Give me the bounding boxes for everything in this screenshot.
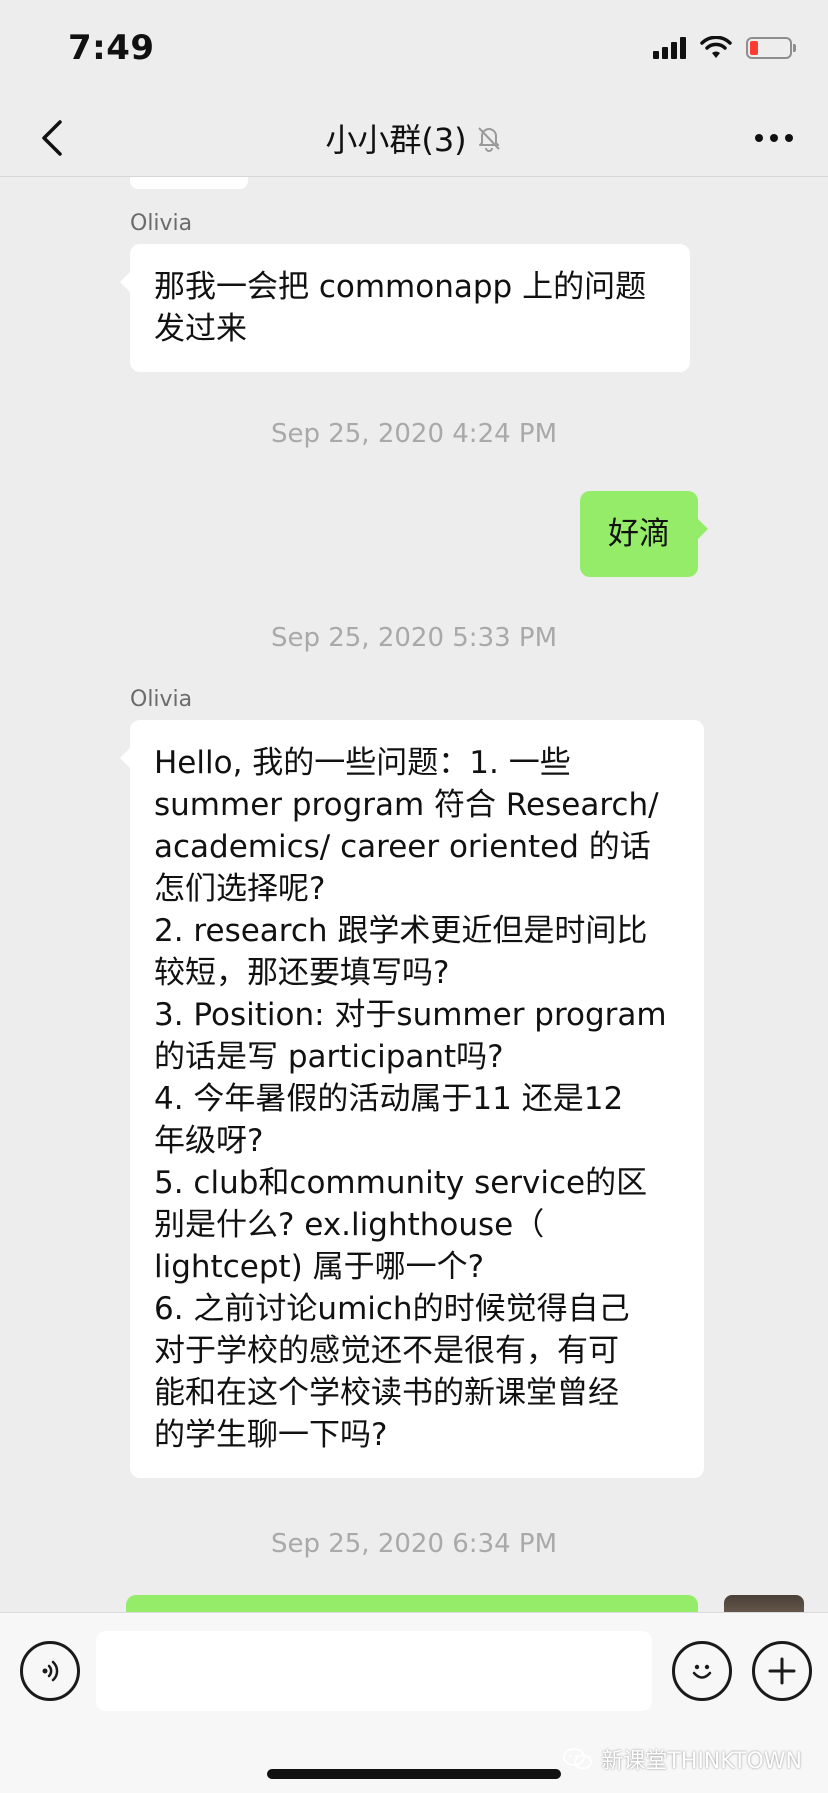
chat-title-area: 小小群(3) [0,100,828,176]
message-bubble-received[interactable]: 那我一会把 commonapp 上的问题 发过来 [120,244,690,372]
wifi-icon [700,36,732,58]
status-icons [653,36,796,60]
message-bubble-received[interactable]: Hello, 我的一些问题：1. 一些 summer program 符合 Re… [120,720,704,1478]
more-button[interactable] [744,108,804,168]
wechat-icon [563,1748,593,1770]
battery-low-icon [746,37,796,59]
signal-icon [653,37,686,59]
sender-name: Olivia [130,211,193,236]
plus-button[interactable] [752,1641,812,1701]
timestamp: Sep 25, 2020 5:33 PM [270,623,558,653]
chat-title: 小小群(3) [325,121,467,159]
status-bar: 7:49 [0,0,828,100]
message-input[interactable] [96,1631,652,1711]
message-bubble-sent-partial[interactable] [126,1595,698,1612]
input-bar: 新课堂THINKTOWN [0,1612,828,1793]
sender-name: Olivia [130,687,193,712]
nav-bar: 小小群(3) [0,100,828,177]
message-bubble-partial[interactable] [130,177,248,189]
watermark-text: 新课堂THINKTOWN [601,1749,802,1774]
chat-area[interactable]: Olivia 那我一会把 commonapp 上的问题 发过来 Sep 25, … [0,177,828,1612]
emoji-button[interactable] [672,1641,732,1701]
status-time: 7:49 [68,28,155,68]
timestamp: Sep 25, 2020 4:24 PM [270,419,558,449]
home-indicator[interactable] [267,1769,561,1779]
ellipsis-icon [755,134,793,142]
plus-icon [768,1657,796,1685]
voice-icon [42,1660,59,1682]
bell-slash-icon [477,127,500,152]
emoji-icon [692,1664,712,1679]
timestamp: Sep 25, 2020 6:34 PM [270,1529,558,1559]
message-bubble-sent[interactable]: 好滴 [580,491,708,577]
voice-button[interactable] [20,1641,80,1701]
watermark: 新课堂THINKTOWN [563,1743,802,1775]
avatar[interactable] [724,1595,804,1612]
